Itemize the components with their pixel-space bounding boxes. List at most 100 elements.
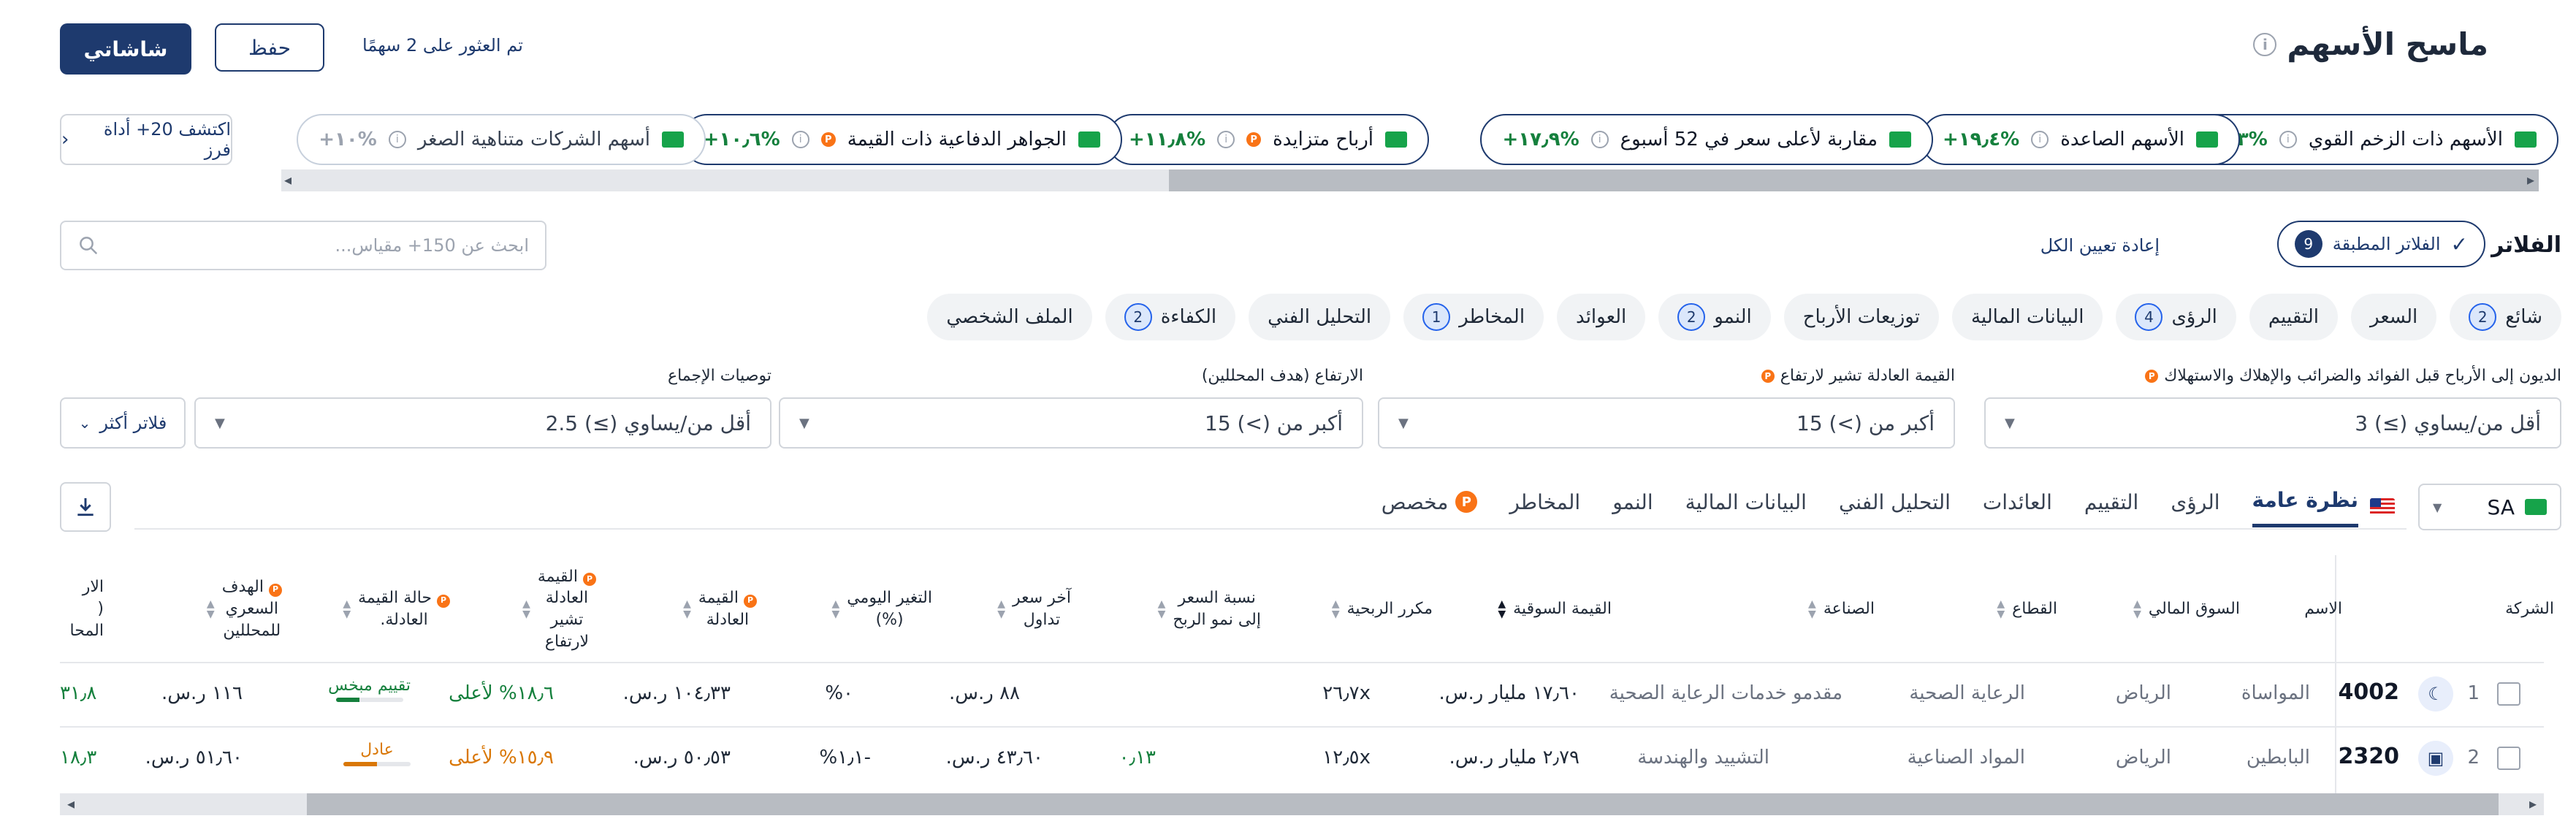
sort-icon[interactable]: ▲ ▼	[1808, 599, 1816, 619]
col-header-industry[interactable]: الصناعة ▲ ▼	[1808, 555, 1875, 663]
market-selector[interactable]: SA ▼	[2418, 484, 2561, 530]
sort-icon[interactable]: ▲ ▼	[522, 599, 530, 619]
col-header-market-cap[interactable]: القيمة السوقية ▲ ▼	[1498, 555, 1612, 663]
tab-valuation[interactable]: التقييم	[2084, 488, 2138, 527]
category-price[interactable]: السعر	[2350, 294, 2437, 340]
col-header-sector[interactable]: القطاع ▲ ▼	[1997, 555, 2057, 663]
scroll-right-icon[interactable]: ▸	[2529, 795, 2537, 812]
info-icon[interactable]: i	[2253, 32, 2277, 56]
filter-select-debt-ebitda[interactable]: أقل من/يساوي (≥) 3 ▼	[1984, 397, 2561, 449]
preset-chip-rising-stocks[interactable]: الأسهم الصاعدة i +١٩٫٤%	[1921, 114, 2240, 165]
category-returns[interactable]: العوائد	[1557, 294, 1646, 340]
filter-select-fair-value-upside[interactable]: أكبر من (>) 15 ▼	[1378, 397, 1955, 449]
col-header-analyst-target[interactable]: P الهدف السعري للمحللين ▲ ▼	[207, 555, 282, 663]
info-icon[interactable]: i	[2031, 131, 2049, 148]
last-price: ٤٣٫٦٠ ر.س.	[945, 747, 1043, 768]
col-header-fair-value[interactable]: P القيمة العادلة ▲ ▼	[683, 555, 757, 663]
category-growth[interactable]: النمو 2	[1658, 294, 1771, 340]
filter-select-consensus[interactable]: أقل من/يساوي (≥) 2.5 ▼	[194, 397, 771, 449]
applied-filters-button[interactable]: ✓ الفلاتر المطبقة 9	[2276, 221, 2485, 267]
scrollbar-thumb[interactable]	[1169, 169, 2539, 191]
fair-value-status[interactable]: تقييم مبخس	[328, 676, 411, 702]
category-valuation[interactable]: التقييم	[2249, 294, 2338, 340]
info-icon[interactable]: i	[1217, 131, 1235, 148]
category-technical[interactable]: التحليل الفني	[1249, 294, 1391, 340]
col-header-market[interactable]: السوق المالي ▲ ▼	[2133, 555, 2240, 663]
more-filters-button[interactable]: فلاتر أكثر ⌄	[60, 397, 186, 449]
info-icon[interactable]: i	[388, 131, 406, 148]
tab-returns[interactable]: العائدات	[1983, 488, 2052, 527]
col-header-daily-change[interactable]: التغير اليومي (%) ▲ ▼	[831, 555, 932, 663]
col-header-pe[interactable]: مكرر الربحية ▲ ▼	[1332, 555, 1433, 663]
sort-icon[interactable]: ▲ ▼	[343, 599, 351, 619]
sa-flag-icon	[2515, 131, 2537, 148]
sort-icon[interactable]: ▲ ▼	[1332, 599, 1340, 619]
table-row[interactable]: 1 ☾ 4002 المواساة الرياض الرعاية الصحية …	[60, 663, 2544, 726]
category-efficiency[interactable]: الكفاءة 2	[1105, 294, 1236, 340]
preset-chip-near-52-week-high[interactable]: مقاربة لأعلى سعر في 52 أسبوع i +١٧٫٩%	[1480, 114, 1933, 165]
reset-all-link[interactable]: إعادة تعيين الكل	[2040, 235, 2160, 256]
sort-icon[interactable]: ▲ ▼	[207, 599, 215, 619]
table-scrollbar[interactable]: ◂ ▸	[60, 793, 2544, 815]
category-popular[interactable]: شائع 2	[2450, 294, 2561, 340]
sort-icon[interactable]: ▲ ▼	[831, 599, 839, 619]
metric-search-input[interactable]: ابحث عن 150+ مقياس...	[60, 221, 546, 270]
ticker[interactable]: 2320	[2339, 744, 2400, 769]
info-icon[interactable]: i	[1590, 131, 1609, 148]
tab-growth[interactable]: النمو	[1612, 488, 1653, 527]
premium-icon: P	[437, 594, 450, 608]
col-header-name[interactable]: الاسم	[2304, 555, 2342, 663]
sort-icon[interactable]: ▲ ▼	[1158, 599, 1166, 619]
us-flag-icon[interactable]	[2370, 498, 2395, 516]
preset-chip-defensive-value[interactable]: الجواهر الدفاعية ذات القيمة P i +١٠٫٦%	[681, 114, 1122, 165]
tab-technical[interactable]: التحليل الفني	[1839, 488, 1951, 527]
download-button[interactable]	[60, 482, 111, 532]
sort-icon[interactable]: ▲ ▼	[997, 599, 1005, 619]
chevron-down-icon: ⌄	[78, 414, 91, 432]
info-icon[interactable]: i	[791, 131, 809, 148]
col-header-fair-value-status[interactable]: P حالة القيمة العادلة. ▲ ▼	[343, 555, 450, 663]
tab-overview[interactable]: نظرة عامة	[2252, 488, 2358, 527]
sort-icon[interactable]: ▲ ▼	[683, 599, 691, 619]
tab-insights[interactable]: الرؤى	[2171, 488, 2219, 527]
preset-chip-growing-earnings[interactable]: أرباح متزايدة P i +١١٫٨%	[1106, 114, 1429, 165]
scroll-right-icon[interactable]: ▸	[2527, 171, 2534, 188]
my-screens-button[interactable]: شاشاتي	[60, 23, 191, 75]
col-header-peg[interactable]: نسبة السعر إلى نمو الربح ▲ ▼	[1158, 555, 1261, 663]
tab-custom[interactable]: P مخصص	[1382, 488, 1478, 527]
fair-value-meter	[335, 698, 403, 702]
category-profile[interactable]: الملف الشخصي	[927, 294, 1092, 340]
tab-financials[interactable]: البيانات المالية	[1685, 488, 1807, 527]
scrollbar-thumb[interactable]	[307, 793, 2499, 815]
company-logo: ☾	[2418, 676, 2453, 712]
preset-scrollbar[interactable]: ◂ ▸	[281, 169, 2539, 191]
peg-ratio: ٠٫١٣	[1119, 747, 1156, 768]
info-icon[interactable]: i	[2279, 131, 2297, 148]
row-checkbox[interactable]	[2497, 682, 2520, 706]
search-icon	[80, 237, 98, 255]
fair-value-status[interactable]: عادل	[343, 741, 411, 766]
caret-down-icon: ▼	[799, 415, 809, 431]
category-risk[interactable]: المخاطر 1	[1403, 294, 1544, 340]
filter-select-analyst-upside[interactable]: أكبر من (>) 15 ▼	[779, 397, 1363, 449]
sort-icon[interactable]: ▲ ▼	[1997, 599, 2005, 619]
table-row[interactable]: 2 ▣ 2320 البابطين الرياض المواد الصناعية…	[60, 728, 2544, 790]
col-header-analyst-upside[interactable]: الار(المحا	[60, 555, 104, 663]
category-dividends[interactable]: توزيعات الأرباح	[1783, 294, 1939, 340]
save-button[interactable]: حفظ	[215, 23, 324, 72]
market: الرياض	[2115, 747, 2171, 768]
sort-icon[interactable]: ▲ ▼	[2133, 599, 2141, 619]
scroll-left-icon[interactable]: ◂	[284, 171, 291, 188]
preset-chip-micro-cap[interactable]: أسهم الشركات متناهية الصغر i +١٠%	[297, 114, 706, 165]
col-header-last-price[interactable]: آخر سعر تداول ▲ ▼	[997, 555, 1071, 663]
category-financials[interactable]: البيانات المالية	[1951, 294, 2103, 340]
col-header-fair-value-upside[interactable]: P القيمة العادلة تشير لارتفاع ▲ ▼	[522, 555, 596, 663]
row-checkbox[interactable]	[2497, 747, 2520, 770]
scroll-left-icon[interactable]: ◂	[67, 795, 75, 812]
sort-desc-icon[interactable]: ▲ ▼	[1498, 599, 1506, 619]
ticker[interactable]: 4002	[2339, 679, 2400, 705]
category-insights[interactable]: الرؤى 4	[2116, 294, 2236, 340]
sa-flag-icon	[2196, 131, 2218, 148]
tab-risk[interactable]: المخاطر	[1509, 488, 1580, 527]
explore-screeners-button[interactable]: اكتشف 20+ أداة فرز ‹	[60, 114, 232, 165]
